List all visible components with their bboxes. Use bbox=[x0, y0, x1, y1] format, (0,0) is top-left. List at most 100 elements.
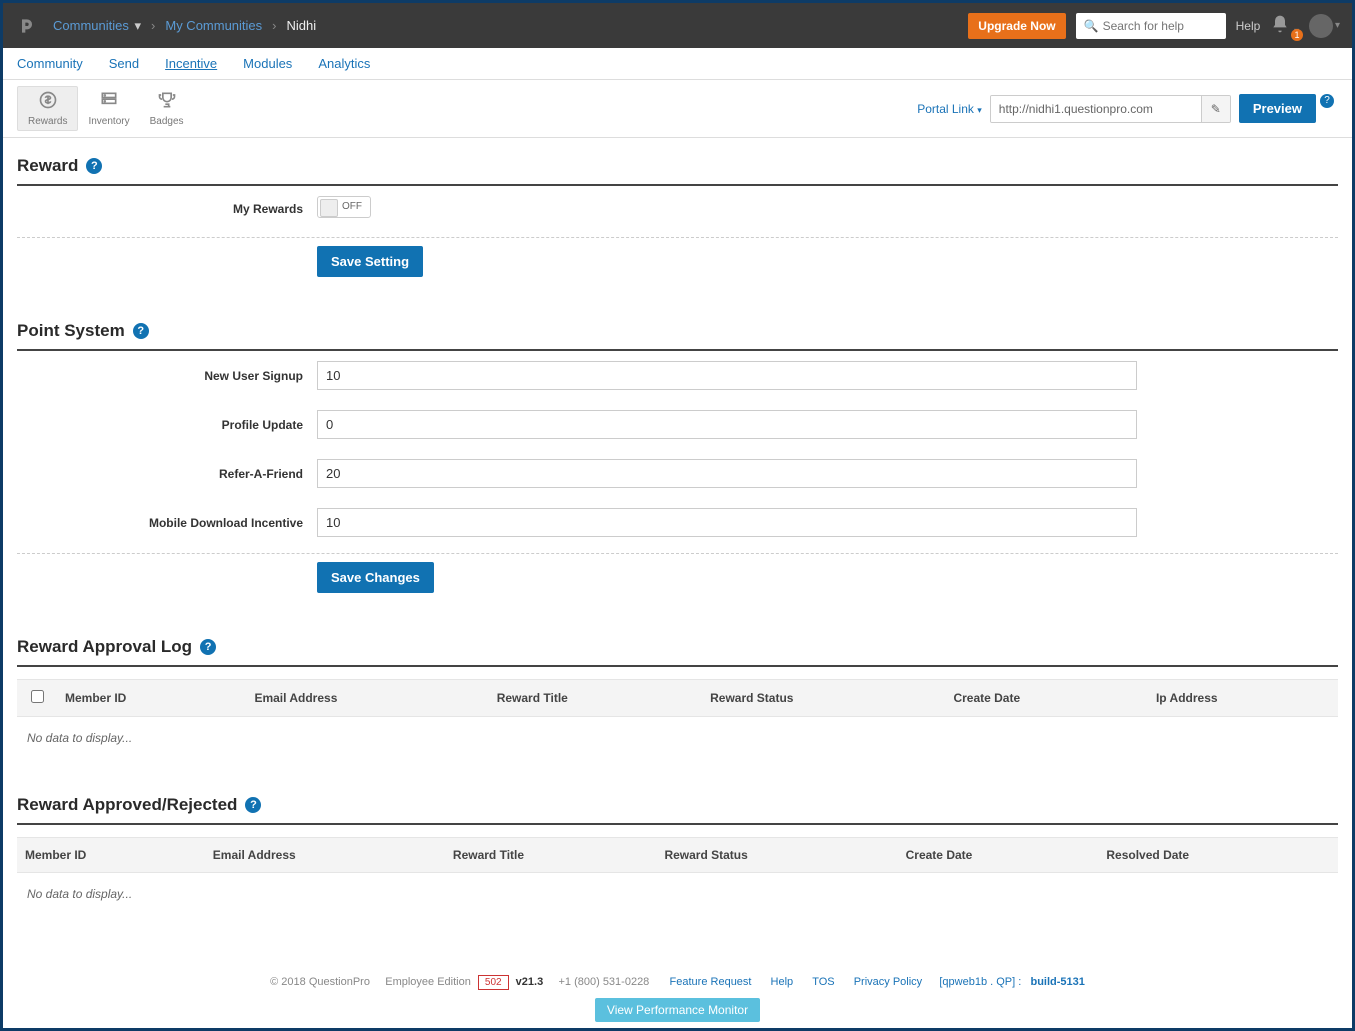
search-icon: 🔍 bbox=[1084, 19, 1099, 33]
profile-update-input[interactable] bbox=[317, 410, 1137, 439]
help-icon[interactable]: ? bbox=[133, 323, 149, 339]
footer-help[interactable]: Help bbox=[771, 976, 794, 988]
trophy-icon bbox=[157, 90, 177, 115]
subnav-label: Inventory bbox=[88, 116, 129, 127]
save-setting-button[interactable]: Save Setting bbox=[317, 246, 423, 277]
dollar-icon bbox=[38, 90, 58, 115]
approval-log-table: Member ID Email Address Reward Title Rew… bbox=[17, 679, 1338, 717]
help-icon[interactable]: ? bbox=[1320, 94, 1334, 108]
breadcrumb-root[interactable]: Communities ▾ bbox=[53, 18, 141, 34]
new-user-signup-input[interactable] bbox=[317, 361, 1137, 390]
col-create-date: Create Date bbox=[898, 838, 1099, 873]
perf-monitor-button[interactable]: View Performance Monitor bbox=[595, 998, 760, 1022]
refer-friend-label: Refer-A-Friend bbox=[17, 467, 317, 481]
breadcrumbs: Communities ▾ › My Communities › Nidhi bbox=[53, 18, 316, 34]
user-menu[interactable]: ▾ bbox=[1309, 14, 1340, 38]
profile-update-label: Profile Update bbox=[17, 418, 317, 432]
footer-copyright: © 2018 QuestionPro bbox=[270, 976, 370, 988]
no-data-text: No data to display... bbox=[17, 717, 1338, 759]
subnav-label: Rewards bbox=[28, 116, 67, 127]
help-link[interactable]: Help bbox=[1236, 19, 1261, 33]
col-reward-title: Reward Title bbox=[489, 680, 702, 717]
server-icon bbox=[99, 90, 119, 115]
logo-icon[interactable] bbox=[15, 14, 39, 38]
portal-url-wrap: ✎ bbox=[990, 95, 1231, 123]
chevron-down-icon: ▾ bbox=[1335, 20, 1340, 31]
col-email: Email Address bbox=[246, 680, 488, 717]
col-ip-address: Ip Address bbox=[1148, 680, 1338, 717]
help-icon[interactable]: ? bbox=[86, 158, 102, 174]
approved-rejected-table: Member ID Email Address Reward Title Rew… bbox=[17, 837, 1338, 873]
chevron-down-icon: ▾ bbox=[977, 105, 982, 115]
footer-build: build-5131 bbox=[1030, 976, 1084, 988]
breadcrumb-level1[interactable]: My Communities bbox=[165, 18, 262, 33]
help-icon[interactable]: ? bbox=[245, 797, 261, 813]
footer-version: v21.3 bbox=[516, 976, 544, 988]
breadcrumb-sep-icon: › bbox=[272, 18, 276, 33]
footer-server: [qpweb1b . QP] : bbox=[939, 976, 1021, 988]
avatar-icon bbox=[1309, 14, 1333, 38]
subnav-label: Badges bbox=[150, 116, 184, 127]
search-input[interactable] bbox=[1103, 19, 1218, 33]
preview-button[interactable]: Preview bbox=[1239, 94, 1316, 123]
main-nav: Community Send Incentive Modules Analyti… bbox=[3, 48, 1352, 80]
footer-code: 502 bbox=[478, 975, 509, 990]
subnav-inventory[interactable]: Inventory bbox=[78, 87, 139, 130]
notifications-button[interactable]: 1 ▾ bbox=[1270, 14, 1299, 37]
section-title-approval-log: Reward Approval Log ? bbox=[17, 637, 1338, 667]
breadcrumb-current: Nidhi bbox=[287, 18, 317, 33]
upgrade-button[interactable]: Upgrade Now bbox=[968, 13, 1065, 39]
nav-modules[interactable]: Modules bbox=[243, 56, 292, 71]
subnav-badges[interactable]: Badges bbox=[140, 87, 194, 130]
refer-friend-input[interactable] bbox=[317, 459, 1137, 488]
save-changes-button[interactable]: Save Changes bbox=[317, 562, 434, 593]
nav-community[interactable]: Community bbox=[17, 56, 83, 71]
content: Reward ? My Rewards OFF Save Setting Poi… bbox=[3, 138, 1352, 955]
subnav-rewards[interactable]: Rewards bbox=[17, 86, 78, 131]
new-user-signup-row: New User Signup bbox=[17, 351, 1338, 400]
col-reward-status: Reward Status bbox=[656, 838, 897, 873]
footer-edition: Employee Edition bbox=[385, 976, 471, 988]
col-reward-status: Reward Status bbox=[702, 680, 945, 717]
footer-tos[interactable]: TOS bbox=[812, 976, 834, 988]
select-all-checkbox[interactable] bbox=[31, 690, 44, 703]
divider bbox=[17, 237, 1338, 238]
section-title-point-system: Point System ? bbox=[17, 321, 1338, 351]
divider bbox=[17, 553, 1338, 554]
portal-url-input[interactable] bbox=[991, 96, 1201, 122]
col-member-id: Member ID bbox=[57, 680, 246, 717]
profile-update-row: Profile Update bbox=[17, 400, 1338, 449]
mobile-download-input[interactable] bbox=[317, 508, 1137, 537]
mobile-download-label: Mobile Download Incentive bbox=[17, 516, 317, 530]
notification-badge: 1 bbox=[1291, 29, 1303, 41]
col-member-id: Member ID bbox=[17, 838, 205, 873]
breadcrumb-sep-icon: › bbox=[151, 18, 155, 33]
search-input-wrap[interactable]: 🔍 bbox=[1076, 13, 1226, 39]
portal-link-dropdown[interactable]: Portal Link ▾ bbox=[917, 102, 982, 116]
col-email: Email Address bbox=[205, 838, 445, 873]
nav-analytics[interactable]: Analytics bbox=[318, 56, 370, 71]
col-reward-title: Reward Title bbox=[445, 838, 657, 873]
edit-icon[interactable]: ✎ bbox=[1201, 96, 1230, 122]
nav-incentive[interactable]: Incentive bbox=[165, 56, 217, 71]
footer-privacy[interactable]: Privacy Policy bbox=[854, 976, 922, 988]
sub-nav: Rewards Inventory Badges Portal Link ▾ ✎… bbox=[3, 80, 1352, 138]
footer-phone: +1 (800) 531-0228 bbox=[558, 976, 649, 988]
my-rewards-label: My Rewards bbox=[17, 202, 317, 216]
help-icon[interactable]: ? bbox=[200, 639, 216, 655]
nav-send[interactable]: Send bbox=[109, 56, 139, 71]
my-rewards-row: My Rewards OFF bbox=[17, 186, 1338, 231]
chevron-down-icon: ▾ bbox=[134, 18, 141, 33]
new-user-signup-label: New User Signup bbox=[17, 369, 317, 383]
col-create-date: Create Date bbox=[945, 680, 1148, 717]
col-resolved-date: Resolved Date bbox=[1098, 838, 1338, 873]
header-bar: Communities ▾ › My Communities › Nidhi U… bbox=[3, 3, 1352, 48]
section-title-reward: Reward ? bbox=[17, 156, 1338, 186]
section-title-approved-rejected: Reward Approved/Rejected ? bbox=[17, 795, 1338, 825]
refer-friend-row: Refer-A-Friend bbox=[17, 449, 1338, 498]
footer: © 2018 QuestionPro Employee Edition 502 … bbox=[3, 955, 1352, 1028]
mobile-download-row: Mobile Download Incentive bbox=[17, 498, 1338, 547]
footer-feature-request[interactable]: Feature Request bbox=[670, 976, 752, 988]
no-data-text: No data to display... bbox=[17, 873, 1338, 915]
my-rewards-toggle[interactable]: OFF bbox=[317, 196, 371, 218]
